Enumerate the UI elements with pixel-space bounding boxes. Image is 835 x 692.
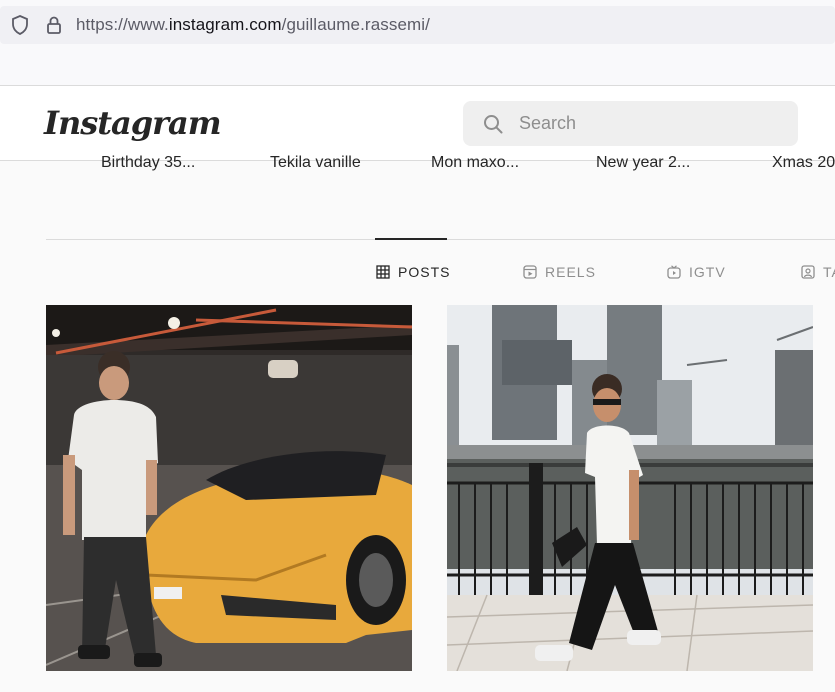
url-host: instagram.com xyxy=(168,15,282,34)
post-thumbnail[interactable] xyxy=(447,305,813,671)
url-path: /guillaume.rassemi/ xyxy=(281,15,430,34)
tab-posts[interactable]: POSTS xyxy=(376,264,450,280)
post-image-car xyxy=(46,305,412,671)
instagram-header: Instagram xyxy=(0,86,835,161)
tagged-icon xyxy=(801,265,815,279)
reels-icon xyxy=(523,265,537,279)
address-bar[interactable]: https://www.instagram.com/guillaume.rass… xyxy=(0,6,835,44)
igtv-icon xyxy=(667,265,681,279)
highlight-label[interactable]: New year 2... xyxy=(596,154,690,172)
tab-label: TA xyxy=(823,264,835,280)
search-icon xyxy=(484,114,503,133)
tab-label: POSTS xyxy=(398,264,451,280)
highlight-label[interactable]: Birthday 35... xyxy=(101,154,195,172)
instagram-logo[interactable]: Instagram xyxy=(44,104,222,142)
grid-icon xyxy=(376,265,390,279)
tab-label: IGTV xyxy=(689,264,726,280)
browser-toolbar: https://www.instagram.com/guillaume.rass… xyxy=(0,0,835,86)
tab-reels[interactable]: REELS xyxy=(523,264,596,280)
lock-icon[interactable] xyxy=(44,15,64,35)
search-box[interactable] xyxy=(463,101,798,146)
shield-icon[interactable] xyxy=(10,15,30,35)
highlight-label[interactable]: Xmas 20 xyxy=(772,154,835,172)
post-thumbnail[interactable] xyxy=(46,305,412,671)
post-image-waterfront xyxy=(447,305,813,671)
highlight-label[interactable]: Mon maxo... xyxy=(431,154,519,172)
active-tab-indicator xyxy=(375,238,447,240)
story-highlights: Birthday 35... Tekila vanille Mon maxo..… xyxy=(0,154,835,176)
tab-igtv[interactable]: IGTV xyxy=(667,264,726,280)
tab-label: REELS xyxy=(545,264,596,280)
url-prefix: https://www. xyxy=(76,15,169,34)
url-text[interactable]: https://www.instagram.com/guillaume.rass… xyxy=(76,15,430,35)
tab-tagged[interactable]: TA xyxy=(801,264,835,280)
search-input[interactable] xyxy=(519,113,759,134)
highlight-label[interactable]: Tekila vanille xyxy=(270,154,361,172)
